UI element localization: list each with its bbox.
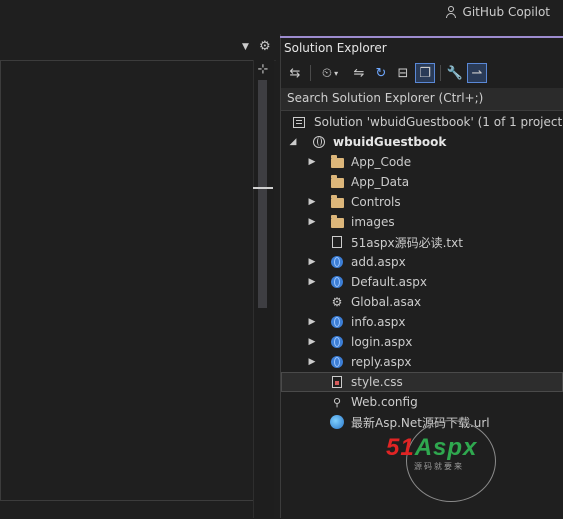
chevron-right-icon[interactable]: ▶ [308,217,316,227]
aspx-file-icon [330,335,344,349]
tree-item-file[interactable]: ▶ info.aspx [281,312,563,332]
chevron-right-icon[interactable]: ▶ [308,277,316,287]
collapse-all-icon[interactable]: ⊟ [393,63,413,83]
tree-item-label: Solution 'wbuidGuestbook' (1 of 1 projec… [314,115,563,129]
tree-item-label: Controls [351,195,401,209]
asax-file-icon: ⚙ [331,295,343,309]
tree-item-folder[interactable]: ▶ Controls [281,192,563,212]
watermark-subtitle: 源码就要来 [414,462,464,471]
tree-item-file[interactable]: 51aspx源码必读.txt [281,232,563,252]
tree-item-file[interactable]: ⚙ Global.asax [281,292,563,312]
tree-item-file[interactable]: ▶ reply.aspx [281,352,563,372]
chevron-right-icon[interactable]: ▶ [308,337,316,347]
chevron-right-icon[interactable]: ▶ [308,257,316,267]
editor-bottom-panel [0,500,253,519]
editor-tab-strip [0,34,276,61]
url-file-icon [330,415,344,429]
search-placeholder: Search Solution Explorer (Ctrl+;) [287,91,484,105]
solution-icon [292,115,306,129]
tree-item-label: reply.aspx [351,355,412,369]
sync-icon[interactable]: ⇋ [349,63,369,83]
aspx-file-icon [330,355,344,369]
tree-item-folder[interactable]: App_Data [281,172,563,192]
folder-icon [330,155,344,169]
folder-icon [330,175,344,189]
tree-item-folder[interactable]: ▶ App_Code [281,152,563,172]
solution-explorer-title: Solution Explorer [284,41,387,55]
tree-item-file[interactable]: ▶ Default.aspx [281,272,563,292]
tree-item-file-selected[interactable]: style.css [281,372,563,392]
editor-pane[interactable] [0,60,254,501]
tree-item-label: Global.asax [351,295,422,309]
aspx-file-icon [330,255,344,269]
tree-item-solution[interactable]: Solution 'wbuidGuestbook' (1 of 1 projec… [281,112,563,132]
web-project-icon [312,135,326,149]
tree-item-label: add.aspx [351,255,406,269]
tree-item-project[interactable]: ◢ wbuidGuestbook [281,132,563,152]
chevron-right-icon[interactable]: ▶ [308,197,316,207]
tree-item-file[interactable]: ⚲ Web.config [281,392,563,412]
tree-item-folder[interactable]: ▶ images [281,212,563,232]
chevron-right-icon[interactable]: ▶ [308,357,316,367]
switch-views-icon[interactable]: ⇆ [285,63,305,83]
tree-item-label: Web.config [351,395,418,409]
toolbar-separator [440,65,441,81]
split-editor-icon[interactable]: ⊹ [255,62,271,78]
tree-item-file[interactable]: ▶ login.aspx [281,332,563,352]
text-file-icon [330,235,344,249]
tree-item-label: wbuidGuestbook [333,135,447,149]
tree-item-label: images [351,215,395,229]
solution-explorer-search-input[interactable]: Search Solution Explorer (Ctrl+;) [281,88,563,111]
tree-item-file[interactable]: ▶ add.aspx [281,252,563,272]
chevron-expanded-icon[interactable]: ◢ [289,137,297,147]
gear-icon[interactable]: ⚙ [259,39,271,54]
aspx-file-icon [330,315,344,329]
toolbar-separator [310,65,311,81]
tree-item-label: info.aspx [351,315,406,329]
tree-item-label: login.aspx [351,335,413,349]
tree-item-label: style.css [351,375,403,389]
chevron-right-icon[interactable]: ▶ [308,317,316,327]
tree-item-label: Default.aspx [351,275,427,289]
github-copilot-label: GitHub Copilot [462,5,550,19]
chevron-right-icon[interactable]: ▶ [308,157,316,167]
tree-item-label: App_Data [351,175,410,189]
properties-icon[interactable]: 🔧 [445,63,465,83]
scrollbar-thumb[interactable] [258,80,267,308]
watermark-logo: 51Aspx [386,434,478,461]
preview-icon[interactable]: ⇀ [467,63,487,83]
github-copilot-button[interactable]: GitHub Copilot [444,3,550,21]
show-all-files-icon[interactable]: ❐ [415,63,435,83]
chevron-down-icon[interactable]: ▼ [242,42,249,52]
folder-icon [330,195,344,209]
solution-explorer-header: Solution Explorer [280,36,563,60]
tree-item-label: App_Code [351,155,412,169]
pending-changes-icon[interactable]: ⏲ ▾ [315,63,345,83]
aspx-file-icon [330,275,344,289]
solution-explorer-toolbar: ⇆ ⏲ ▾ ⇋ ↻ ⊟ ❐ 🔧 ⇀ [280,60,563,86]
scrollbar-caret-marker [253,187,273,189]
person-icon [444,5,458,19]
tree-item-label: 51aspx源码必读.txt [351,235,463,250]
refresh-icon[interactable]: ↻ [371,63,391,83]
css-file-icon [330,375,344,389]
folder-icon [330,215,344,229]
config-file-icon: ⚲ [332,395,342,409]
